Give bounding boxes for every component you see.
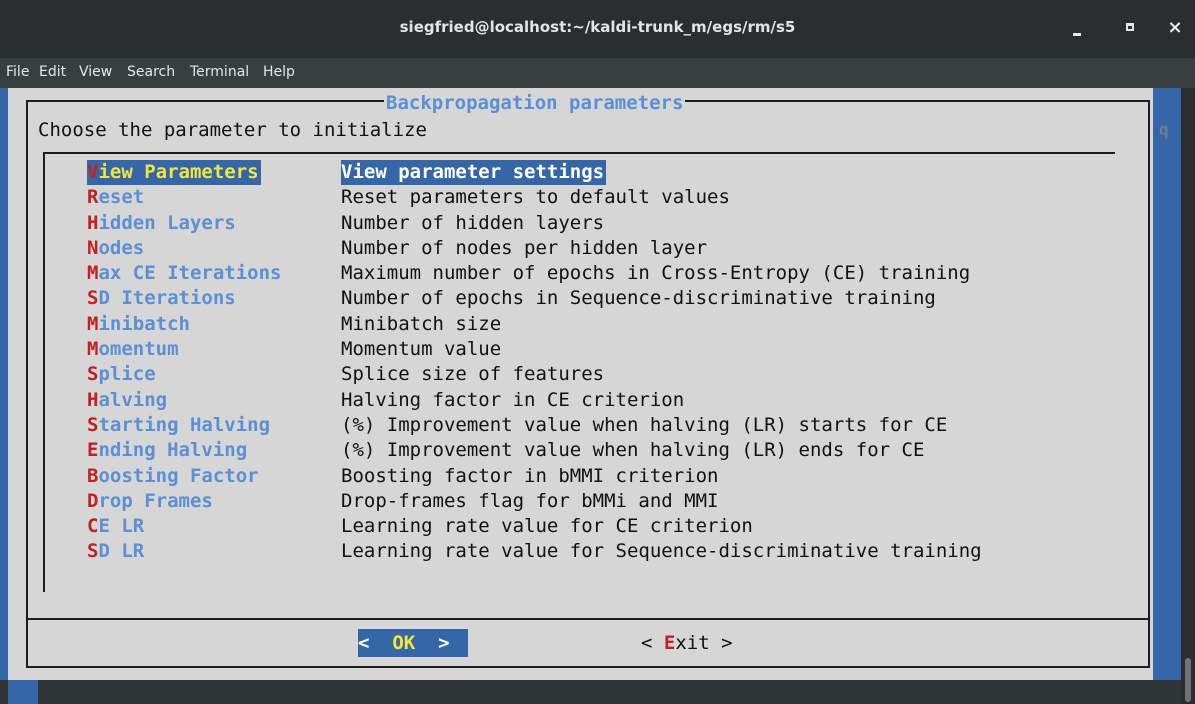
menu-item-description: Learning rate value for CE criterion [341, 515, 753, 538]
menu-search[interactable]: Search [127, 64, 175, 80]
ok-left: < [358, 632, 393, 654]
menu-item-label: rop Frames [98, 489, 213, 512]
exit-right: > [709, 632, 733, 654]
menu-item-tag[interactable]: SD Iterations [87, 286, 236, 311]
exit-button[interactable]: < Exit > [641, 629, 733, 657]
dialog: Backpropagation parameters Choose the pa… [8, 88, 1153, 680]
menu-item-description: Momentum value [341, 338, 502, 361]
menu-item-label: alving [98, 388, 168, 411]
menu-item-description: Number of hidden layers [341, 211, 605, 234]
menu-item-hotkey: V [87, 161, 99, 183]
menu-file[interactable]: File [6, 64, 29, 80]
menu-item-label: iew Parameters [98, 161, 259, 183]
dialog-title: Backpropagation parameters [384, 92, 686, 114]
menu-item-label: omentum [98, 338, 179, 361]
minimize-icon[interactable] [1063, 14, 1091, 42]
menu-item-hotkey: B [87, 464, 99, 487]
menu-terminal[interactable]: Terminal [190, 64, 249, 80]
menu-item-label: plice [98, 363, 156, 386]
menu-item-hotkey: S [87, 363, 99, 386]
exit-rest: xit [675, 632, 710, 654]
menu-item-hotkey: M [87, 312, 99, 335]
menu-help[interactable]: Help [263, 64, 295, 80]
menu-item-tag[interactable]: Ending Halving [87, 438, 247, 463]
menu-item-hotkey: C [87, 515, 99, 538]
menu-item-hotkey: N [87, 236, 99, 259]
menu-item-label: idden Layers [98, 211, 236, 234]
menu-item-description: Maximum number of epochs in Cross-Entrop… [341, 262, 971, 285]
scrollbar[interactable] [1181, 88, 1195, 704]
ok-hotkey: O [392, 632, 404, 654]
menu-item-hotkey: M [87, 338, 99, 361]
terminal-bottom-blue [8, 680, 38, 704]
menu-item-description: Reset parameters to default values [341, 186, 730, 209]
title-bar[interactable]: siegfried@localhost:~/kaldi-trunk_m/egs/… [0, 0, 1195, 58]
terminal-edge-char: q [1159, 120, 1169, 139]
menu-item-tag[interactable]: Momentum [87, 337, 179, 362]
menu-edit[interactable]: Edit [39, 64, 66, 80]
menu-item-tag[interactable]: Max CE Iterations [87, 261, 281, 286]
menu-item-description: Minibatch size [341, 312, 502, 335]
menu-item-tag[interactable]: SD LR [87, 539, 144, 564]
menu-item-label: inibatch [98, 312, 190, 335]
menu-bar: File Edit View Search Terminal Help [0, 58, 1195, 88]
menu-item-description: Boosting factor in bMMI criterion [341, 464, 719, 487]
menu-list: View Parameters View parameter settings Re… [43, 152, 1115, 592]
ok-rest: K [403, 632, 416, 654]
menu-item-description: Learning rate value for Sequence-discrim… [341, 540, 982, 563]
menu-item-description: Drop-frames flag for bMMi and MMI [341, 489, 719, 512]
exit-hotkey: E [663, 632, 676, 654]
menu-item-hotkey: H [87, 388, 99, 411]
menu-item-hotkey: R [87, 186, 99, 209]
menu-item-description: Number of nodes per hidden layer [341, 236, 708, 259]
menu-item-label: nding Halving [98, 439, 248, 462]
ok-button[interactable]: < OK > [358, 629, 468, 657]
menu-item-hotkey: H [87, 211, 99, 234]
menu-item-label: tarting Halving [98, 413, 271, 436]
terminal-bottom-strip [0, 680, 1181, 704]
menu-item-label: odes [98, 236, 145, 259]
menu-item-hotkey: S [87, 540, 99, 563]
close-icon[interactable]: × [1161, 14, 1189, 42]
menu-item-description: Splice size of features [341, 363, 605, 386]
menu-item-tag[interactable]: Minibatch [87, 312, 190, 337]
menu-item-description: View parameter settings [341, 160, 607, 186]
menu-item-hotkey: M [87, 262, 99, 285]
menu-item-description: (%) Improvement value when halving (LR) … [341, 413, 948, 436]
menu-item-tag[interactable]: View Parameters [87, 160, 261, 186]
ok-right: > [415, 632, 450, 654]
dialog-prompt: Choose the parameter to initialize [38, 119, 427, 141]
menu-item-label: eset [98, 186, 145, 209]
menu-item-label: oosting Factor [98, 464, 259, 487]
menu-item-hotkey: E [87, 439, 99, 462]
menu-item-tag[interactable]: Starting Halving [87, 413, 270, 438]
menu-item-tag[interactable]: Drop Frames [87, 489, 213, 514]
exit-left: < [641, 632, 664, 654]
menu-item-tag[interactable]: Halving [87, 388, 167, 413]
scrollbar-thumb[interactable] [1185, 658, 1191, 702]
menu-item-tag[interactable]: Hidden Layers [87, 211, 236, 236]
menu-item-tag[interactable]: Splice [87, 362, 156, 387]
menu-item-tag[interactable]: CE LR [87, 514, 144, 539]
menu-item-label: ax CE Iterations [98, 262, 282, 285]
menu-item-hotkey: S [87, 287, 99, 310]
menu-item-label: D Iterations [98, 287, 236, 310]
menu-item-label: E LR [98, 515, 145, 538]
menu-item-hotkey: D [87, 489, 99, 512]
maximize-icon[interactable] [1117, 14, 1145, 42]
menu-item-hotkey: S [87, 413, 99, 436]
menu-item-tag[interactable]: Boosting Factor [87, 464, 259, 489]
menu-item-tag[interactable]: Reset [87, 185, 144, 210]
menu-view[interactable]: View [79, 64, 112, 80]
menu-item-description: (%) Improvement value when halving (LR) … [341, 439, 925, 462]
menu-item-description: Halving factor in CE criterion [341, 388, 685, 411]
menu-item-label: D LR [98, 540, 145, 563]
menu-item-tag[interactable]: Nodes [87, 236, 144, 261]
window-title: siegfried@localhost:~/kaldi-trunk_m/egs/… [399, 18, 796, 36]
button-separator [26, 618, 1150, 620]
menu-item-description: Number of epochs in Sequence-discriminat… [341, 287, 936, 310]
